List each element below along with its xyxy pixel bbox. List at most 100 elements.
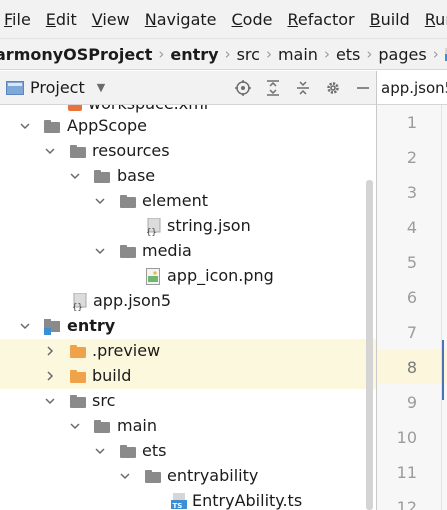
project-panel-title[interactable]: Project — [30, 78, 85, 97]
menu-edit-mnemonic: E — [45, 9, 56, 29]
tree-item-label: element — [142, 191, 208, 210]
tree-item-app-json5[interactable]: {} app.json5 — [0, 289, 376, 314]
chevron-down-icon[interactable] — [94, 195, 106, 207]
breadcrumb-pages[interactable]: pages — [378, 45, 426, 64]
gutter-line: 6 — [377, 280, 447, 314]
tree-item-string-json[interactable]: {} string.json — [0, 214, 376, 239]
menu-run[interactable]: Run — [419, 10, 447, 29]
chevron-down-icon[interactable]: ▼ — [97, 81, 105, 94]
menu-build-mnemonic: B — [369, 9, 381, 29]
tree-item-resources[interactable]: resources — [0, 139, 376, 164]
gutter-line: 5 — [377, 245, 447, 279]
json-file-icon: {} — [72, 293, 87, 311]
chevron-down-icon[interactable] — [119, 470, 131, 482]
tree-item-label: string.json — [167, 216, 251, 235]
tree-item-entry[interactable]: entry — [0, 314, 376, 339]
menu-run-mnemonic: R — [424, 9, 436, 29]
chevron-down-icon[interactable] — [19, 320, 31, 332]
tree-item-build[interactable]: build — [0, 364, 376, 389]
line-number: 6 — [406, 288, 417, 307]
fold-range-marker — [442, 340, 444, 400]
tree-item-element[interactable]: element — [0, 189, 376, 214]
tree-item-src[interactable]: src — [0, 389, 376, 414]
chevron-down-icon[interactable] — [94, 245, 106, 257]
line-number: 7 — [406, 323, 417, 342]
breadcrumb-entry[interactable]: entry — [170, 45, 218, 64]
tree-item-label: EntryAbility.ts — [192, 491, 303, 510]
breadcrumb-project[interactable]: armonyOSProject — [0, 45, 152, 64]
tree-scrollbar[interactable] — [366, 180, 373, 510]
line-number: 8 — [406, 358, 417, 377]
menu-refactor-mnemonic: R — [287, 9, 298, 29]
svg-text:{}: {} — [72, 303, 83, 311]
tree-item-entryability[interactable]: entryability — [0, 464, 376, 489]
editor-tab[interactable]: app.json5 — [377, 71, 447, 105]
gutter-line: 3 — [377, 175, 447, 209]
editor-tab-label: app.json5 — [381, 78, 447, 97]
chevron-down-icon[interactable] — [44, 395, 56, 407]
tree-item-main[interactable]: main — [0, 414, 376, 439]
crosshair-icon[interactable] — [230, 75, 256, 101]
folder-icon — [94, 420, 110, 433]
menu-view-label: iew — [102, 9, 130, 29]
breadcrumb-main[interactable]: main — [278, 45, 318, 64]
menu-file-label: ile — [12, 9, 31, 29]
folder-icon — [70, 370, 86, 383]
menu-view-mnemonic: V — [91, 9, 103, 29]
menu-refactor[interactable]: Refactor — [281, 10, 363, 29]
project-panel-header: Project ▼ — [0, 71, 376, 105]
chevron-down-icon[interactable] — [19, 120, 31, 132]
tree-item-app-icon[interactable]: app_icon.png — [0, 264, 376, 289]
chevron-down-icon[interactable] — [44, 145, 56, 157]
folder-icon — [120, 245, 136, 258]
tree-item-appscope[interactable]: AppScope — [0, 114, 376, 139]
breadcrumb-ets[interactable]: ets — [336, 45, 360, 64]
menu-navigate[interactable]: Navigate — [139, 10, 226, 29]
menu-refactor-label: efactor — [297, 9, 355, 29]
folder-icon — [94, 170, 110, 183]
menu-view[interactable]: View — [86, 10, 139, 29]
tree-item-label: app_icon.png — [167, 266, 274, 285]
tree-item-label: main — [117, 416, 157, 435]
gear-icon[interactable] — [320, 75, 346, 101]
project-panel-toolbar — [226, 71, 376, 105]
tree-item-entryability-ts[interactable]: TS EntryAbility.ts — [0, 489, 376, 510]
folder-icon — [70, 395, 86, 408]
menu-file-mnemonic: F — [4, 9, 13, 29]
chevron-right-icon[interactable] — [44, 370, 56, 382]
menu-edit[interactable]: Edit — [40, 10, 86, 29]
tree-item-label: AppScope — [67, 116, 147, 135]
tree-item-label: .preview — [92, 341, 161, 360]
line-number: 11 — [396, 463, 417, 482]
gutter-line: 2 — [377, 140, 447, 174]
line-number: 12 — [396, 498, 417, 510]
menu-code-mnemonic: C — [231, 9, 243, 29]
menu-run-label: un — [435, 9, 447, 29]
breadcrumb-src[interactable]: src — [237, 45, 260, 64]
line-number: 3 — [406, 183, 417, 202]
tree-item-media[interactable]: media — [0, 239, 376, 264]
image-file-icon — [146, 268, 160, 285]
svg-text:TS: TS — [173, 502, 183, 510]
minimize-icon[interactable] — [350, 75, 376, 101]
chevron-down-icon[interactable] — [69, 420, 81, 432]
menu-code-label: ode — [242, 9, 273, 29]
tree-item-base[interactable]: base — [0, 164, 376, 189]
tree-item-label: app.json5 — [93, 291, 172, 310]
menu-edit-label: dit — [55, 9, 77, 29]
line-number: 4 — [406, 218, 417, 237]
chevron-down-icon[interactable] — [94, 445, 106, 457]
menu-file[interactable]: File — [0, 10, 40, 29]
chevron-right-icon[interactable] — [44, 345, 56, 357]
chevron-right-icon: › — [265, 45, 272, 63]
tree-item-preview[interactable]: .preview — [0, 339, 376, 364]
chevron-down-icon[interactable] — [69, 170, 81, 182]
tree-item-ets[interactable]: ets — [0, 439, 376, 464]
menu-code[interactable]: Code — [226, 10, 282, 29]
tree-item-label: resources — [92, 141, 170, 160]
chevron-right-icon: › — [224, 45, 231, 63]
collapse-all-icon[interactable] — [290, 75, 316, 101]
expand-all-icon[interactable] — [260, 75, 286, 101]
gutter-line: 4 — [377, 210, 447, 244]
menu-build[interactable]: Build — [364, 10, 419, 29]
